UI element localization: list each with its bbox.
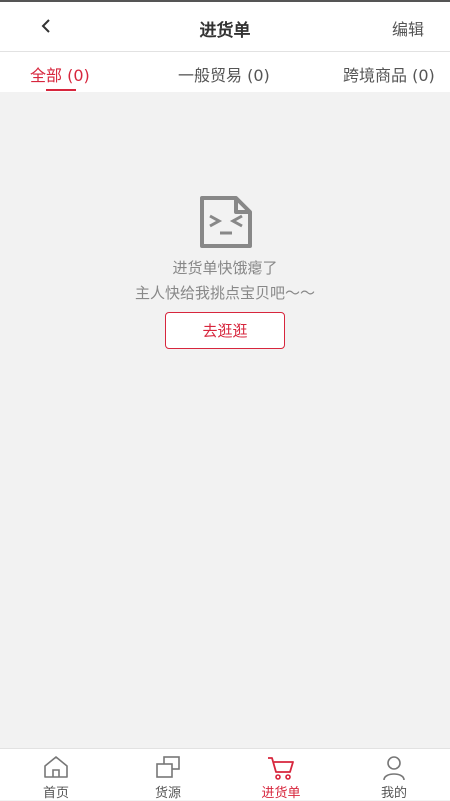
nav-me-label: 我的 — [380, 786, 407, 801]
empty-state: 进货单快饿瘪了 主人快给我挑点宝贝吧～～ 去逛逛 — [0, 92, 450, 748]
bottom-nav: 首页 货源 进货单 我的 — [0, 748, 450, 801]
nav-home-label: 首页 — [42, 786, 69, 801]
user-icon — [383, 756, 405, 781]
nav-home[interactable]: 首页 — [0, 749, 112, 801]
stack-icon — [156, 756, 180, 778]
edit-button[interactable]: 编辑 — [392, 16, 424, 40]
empty-message-line1: 进货单快饿瘪了 — [172, 259, 278, 277]
cart-icon — [268, 757, 294, 780]
empty-message-line2: 主人快给我挑点宝贝吧～～ — [134, 284, 315, 302]
tab-all[interactable]: 全部 (0) — [30, 62, 90, 86]
nav-cart-label: 进货单 — [261, 786, 301, 801]
active-tab-indicator — [46, 89, 76, 91]
filter-tabs: 全部 (0) 一般贸易 (0) 跨境商品 (0) — [0, 52, 450, 92]
nav-me[interactable]: 我的 — [338, 749, 450, 801]
empty-document-face-icon — [200, 196, 252, 248]
home-icon — [44, 756, 68, 778]
page-title: 进货单 — [199, 21, 251, 41]
nav-cart[interactable]: 进货单 — [225, 749, 337, 801]
nav-sources[interactable]: 货源 — [112, 749, 224, 801]
tab-general-trade[interactable]: 一般贸易 (0) — [178, 62, 270, 86]
go-shopping-button[interactable]: 去逛逛 — [165, 312, 285, 349]
nav-sources-label: 货源 — [154, 786, 181, 801]
tab-cross-border[interactable]: 跨境商品 (0) — [343, 62, 435, 86]
top-bar: 进货单 编辑 — [0, 0, 450, 52]
